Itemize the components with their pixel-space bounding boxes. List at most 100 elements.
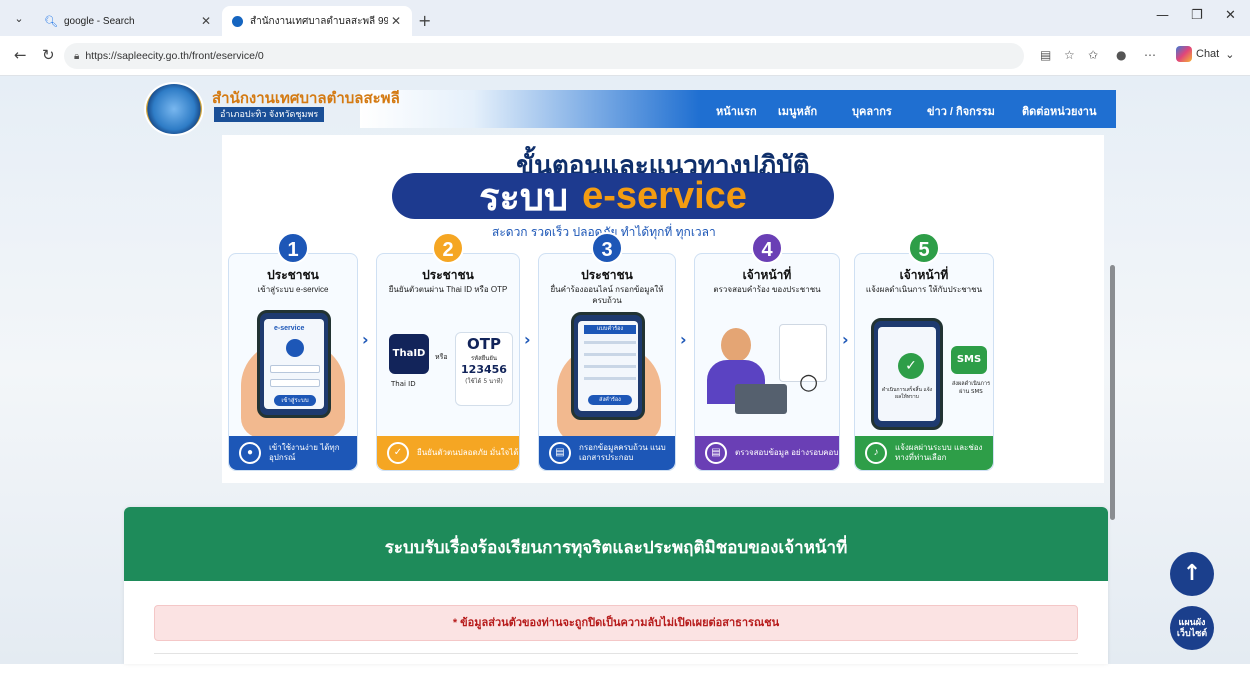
step-card-1: 1 ประชาชน เข้าสู่ระบบ e-service e-servic… bbox=[228, 232, 358, 471]
form-label: แบบคำร้อง bbox=[584, 325, 636, 334]
minimize-icon[interactable]: — bbox=[1156, 8, 1169, 23]
back-icon[interactable]: ← bbox=[14, 46, 27, 64]
otp-title: OTP bbox=[467, 335, 501, 353]
bell-icon: ♪ bbox=[865, 442, 887, 464]
address-bar: ← ↻ 🔒︎ https://sapleecity.go.th/front/es… bbox=[0, 36, 1250, 76]
nav-main-menu[interactable]: เมนูหลัก bbox=[778, 102, 817, 120]
tab-list-chevron-icon[interactable]: ⌄ bbox=[8, 9, 30, 29]
step-title: ประชาชน bbox=[422, 268, 474, 282]
check-icon: ✓ bbox=[898, 353, 924, 379]
step-title: เจ้าหน้าที่ bbox=[899, 268, 949, 282]
copilot-label: Chat bbox=[1196, 48, 1220, 60]
chevron-right-icon: › bbox=[524, 330, 531, 349]
org-sub: อำเภอปะทิว จังหวัดชุมพร bbox=[214, 107, 325, 122]
step-footer: ● เข้าใช้งานง่าย ได้ทุกอุปกรณ์ bbox=[229, 436, 357, 470]
close-window-icon[interactable]: ✕ bbox=[1225, 8, 1236, 23]
nav-personnel[interactable]: บุคลากร bbox=[852, 102, 892, 120]
step-desc: ยื่นคำร้องออนไลน์ กรอกข้อมูลให้ครบถ้วน bbox=[550, 285, 664, 305]
send-request-button: ส่งคำร้อง bbox=[588, 395, 632, 405]
step-number: 3 bbox=[591, 232, 623, 264]
pill-left-text: ระบบ bbox=[479, 176, 569, 219]
pill-right-text: e-service bbox=[582, 174, 747, 217]
step-footer: ♪ แจ้งผลผ่านระบบ และช่องทางที่ท่านเลือก bbox=[855, 436, 993, 470]
step-title: ประชาชน bbox=[267, 268, 319, 282]
step-footer: ✓ ยืนยันตัวตนปลอดภัย มั่นใจได้ bbox=[377, 436, 519, 470]
step-card-2: 2 ประชาชน ยืนยันตัวตนผ่าน Thai ID หรือ O… bbox=[376, 232, 520, 471]
sitemap-button[interactable]: แผนผัง เว็บไซต์ bbox=[1170, 606, 1214, 650]
step-foot-text: กรอกข้อมูลครบถ้วน แนบเอกสารประกอบ bbox=[579, 443, 666, 462]
thaid-logo: ThaID bbox=[389, 334, 429, 374]
otp-label: รหัสยืนยัน bbox=[470, 355, 498, 362]
step-foot-text: แจ้งผลผ่านระบบ และช่องทางที่ท่านเลือก bbox=[895, 443, 983, 462]
step-number: 2 bbox=[432, 232, 464, 264]
sms-bubble: SMS bbox=[951, 346, 987, 374]
eservice-banner: ขั้นตอนและแนวทางปฏิบัติ ระบบ e-service ส… bbox=[222, 135, 1104, 483]
copilot-chat-button[interactable]: Chat ⌄ bbox=[1176, 46, 1234, 62]
new-tab-icon[interactable]: + bbox=[418, 11, 431, 30]
phone-illustration: แบบคำร้อง ส่งคำร้อง bbox=[571, 312, 645, 420]
browser-tab-bar: ⌄ 🔍︎ google - Search ✕ สำนักงานเทศบาลตำบ… bbox=[0, 0, 1250, 36]
laptop-illustration bbox=[735, 384, 787, 414]
step-card-5: 5 เจ้าหน้าที่ แจ้งผลดำเนินการ ให้กับประช… bbox=[854, 232, 994, 471]
phone-illustration: ✓ ดำเนินการเสร็จสิ้น แจ้งผลให้ทราบ bbox=[871, 318, 943, 430]
url-text: https://sapleecity.go.th/front/eservice/… bbox=[85, 50, 264, 62]
nav-contact[interactable]: ติดต่อหน่วยงาน bbox=[1022, 102, 1097, 120]
close-tab-icon[interactable]: ✕ bbox=[388, 14, 404, 28]
profile-avatar-icon[interactable]: ● bbox=[1116, 48, 1126, 62]
favorite-star-icon[interactable]: ☆ bbox=[1064, 48, 1075, 62]
sms-label: ส่งผลดำเนินการ ผ่าน SMS bbox=[951, 381, 991, 395]
step-footer: ▤ กรอกข้อมูลครบถ้วน แนบเอกสารประกอบ bbox=[539, 436, 675, 470]
step-number: 4 bbox=[751, 232, 783, 264]
step-footer: ▤ ตรวจสอบข้อมูล อย่างรอบคอบ bbox=[695, 436, 839, 470]
officer-head-illustration bbox=[721, 328, 751, 362]
section-header: ระบบรับเรื่องร้องเรียนการทุจริตและประพฤต… bbox=[124, 507, 1108, 581]
browser-tab-active[interactable]: สำนักงานเทศบาลตำบลสะพลี 99 หมู่ 9 ... ✕ bbox=[222, 6, 412, 36]
step-card-4: 4 เจ้าหน้าที่ ตรวจสอบคำร้อง ของประชาชน ○… bbox=[694, 232, 840, 471]
copilot-icon bbox=[1176, 46, 1192, 62]
browser-tab-google[interactable]: 🔍︎ google - Search ✕ bbox=[36, 6, 222, 36]
magnifier-icon: ○ bbox=[799, 370, 819, 395]
user-circle-icon: ● bbox=[239, 442, 261, 464]
shield-icon: ✓ bbox=[387, 442, 409, 464]
privacy-notice: * ข้อมูลส่วนตัวของท่านจะถูกปิดเป็นความลั… bbox=[154, 605, 1078, 641]
municipality-logo[interactable] bbox=[144, 82, 204, 136]
otp-code: 123456 bbox=[461, 363, 507, 376]
phone-login-button: เข้าสู่ระบบ bbox=[274, 395, 316, 406]
chevron-right-icon: › bbox=[680, 330, 687, 349]
favorites-icon[interactable]: ✩ bbox=[1088, 48, 1098, 62]
tab-title: สำนักงานเทศบาลตำบลสะพลี 99 หมู่ 9 ... bbox=[250, 15, 388, 27]
phone-illustration: e-service เข้าสู่ระบบ bbox=[257, 310, 331, 418]
chevron-down-icon: ⌄ bbox=[1225, 48, 1235, 61]
step-desc: เข้าสู่ระบบ e-service bbox=[257, 285, 329, 294]
url-field[interactable]: 🔒︎ https://sapleecity.go.th/front/eservi… bbox=[64, 43, 1024, 69]
step-card-3: 3 ประชาชน ยื่นคำร้องออนไลน์ กรอกข้อมูลให… bbox=[538, 232, 676, 471]
complaint-section: ระบบรับเรื่องร้องเรียนการทุจริตและประพฤต… bbox=[124, 507, 1108, 664]
otp-note: (ใช้ได้ 5 นาที) bbox=[465, 378, 503, 385]
reload-icon[interactable]: ↻ bbox=[42, 46, 55, 64]
step-desc: แจ้งผลดำเนินการ ให้กับประชาชน bbox=[865, 285, 983, 294]
step-desc: ตรวจสอบคำร้อง ของประชาชน bbox=[713, 285, 821, 294]
step-foot-text: ยืนยันตัวตนปลอดภัย มั่นใจได้ bbox=[417, 448, 519, 457]
back-to-top-button[interactable]: ↑ bbox=[1170, 552, 1214, 596]
reader-view-icon[interactable]: ▤ bbox=[1040, 48, 1051, 62]
phone-label: e-service bbox=[274, 325, 305, 332]
search-icon: 🔍︎ bbox=[44, 15, 58, 28]
tab-title: google - Search bbox=[64, 15, 135, 27]
step-number: 5 bbox=[908, 232, 940, 264]
chevron-right-icon: › bbox=[362, 330, 369, 349]
page-scrollbar-thumb[interactable] bbox=[1110, 265, 1115, 520]
restore-icon[interactable]: ❐ bbox=[1191, 8, 1203, 23]
step-desc: ยืนยันตัวตนผ่าน Thai ID หรือ OTP bbox=[388, 285, 508, 294]
otp-card: OTP รหัสยืนยัน 123456 (ใช้ได้ 5 นาที) bbox=[455, 332, 513, 406]
close-tab-icon[interactable]: ✕ bbox=[198, 14, 214, 28]
step-title: เจ้าหน้าที่ bbox=[742, 268, 792, 282]
step-title: ประชาชน bbox=[581, 268, 633, 282]
site-favicon-icon bbox=[230, 14, 244, 28]
more-menu-icon[interactable]: ⋯ bbox=[1144, 48, 1156, 62]
chevron-right-icon: › bbox=[842, 330, 849, 349]
nav-home[interactable]: หน้าแรก bbox=[716, 102, 757, 120]
step-foot-text: ตรวจสอบข้อมูล อย่างรอบคอบ bbox=[735, 448, 839, 457]
nav-news[interactable]: ข่าว / กิจกรรม bbox=[927, 102, 995, 120]
banner-pill: ระบบ e-service bbox=[392, 173, 834, 219]
user-icon bbox=[286, 339, 304, 357]
